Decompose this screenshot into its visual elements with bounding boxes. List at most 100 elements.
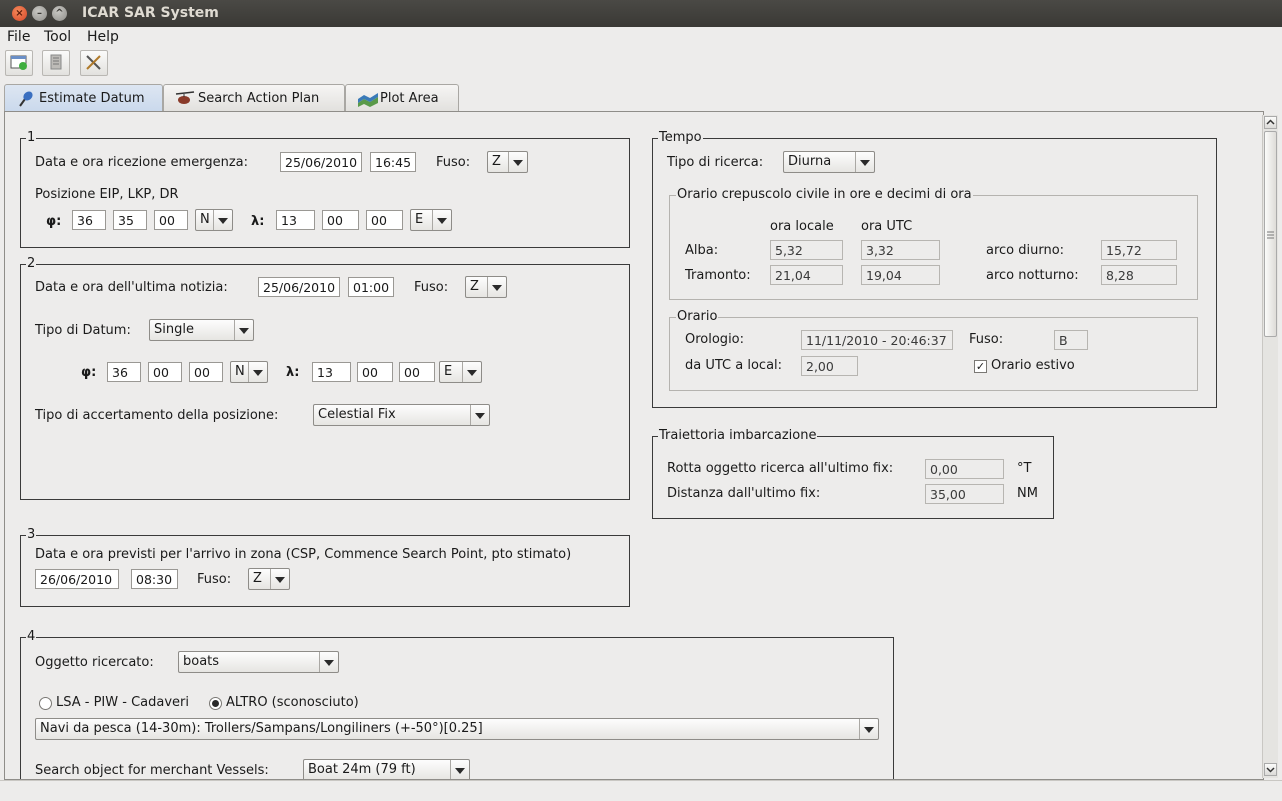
scroll-down-button[interactable] (1264, 763, 1277, 776)
dist-label: Distanza dall'ultimo fix: (667, 486, 821, 501)
list-button[interactable] (42, 50, 70, 76)
recv-date-input[interactable]: 25/06/2010 (280, 152, 362, 172)
orario-fuso-label: Fuso: (969, 332, 1004, 347)
col-utc-label: ora UTC (861, 219, 913, 234)
tools-icon (86, 55, 101, 70)
lon-hem-value: E (415, 212, 424, 227)
lambda-label: λ: (251, 214, 265, 229)
chevron-down-icon (432, 210, 451, 230)
title-bar: × – ^ ICAR SAR System (0, 0, 1282, 27)
object-type-select[interactable]: Navi da pesca (14-30m): Trollers/Sampans… (35, 718, 879, 740)
datum-select[interactable]: Single (149, 319, 254, 341)
tab-plot-area[interactable]: Plot Area (345, 84, 459, 112)
arrival-date-input[interactable]: 26/06/2010 (35, 569, 119, 589)
group-2-last-news: 2 Data e ora dell'ultima notizia: 25/06/… (20, 256, 630, 500)
dist-unit: NM (1017, 486, 1038, 501)
lat-hem-select[interactable]: N (195, 209, 233, 231)
fuso-value: Z (253, 571, 262, 586)
chevron-down-icon (234, 320, 253, 340)
lon-sec-input[interactable]: 00 (366, 210, 403, 230)
acc-select[interactable]: Celestial Fix (313, 404, 490, 426)
scroll-thumb[interactable] (1264, 131, 1277, 337)
notturno-label: arco notturno: (986, 268, 1079, 283)
grip-icon (1267, 231, 1274, 239)
fuso-select[interactable]: Z (465, 276, 507, 298)
fuso-select[interactable]: Z (487, 151, 528, 173)
close-window-button[interactable]: × (12, 6, 27, 21)
chevron-down-icon (487, 277, 506, 297)
chevron-down-icon (470, 405, 489, 425)
vertical-scrollbar[interactable] (1262, 115, 1278, 778)
tramonto-label: Tramonto: (685, 268, 751, 283)
tab-label: Plot Area (380, 91, 439, 106)
lon-sec-input[interactable]: 00 (399, 362, 435, 382)
maximize-window-button[interactable]: ^ (52, 6, 67, 21)
chevron-down-icon (270, 569, 289, 589)
lat-hem-select[interactable]: N (230, 361, 268, 383)
lat-sec-input[interactable]: 00 (189, 362, 223, 382)
utc-local-field: 2,00 (801, 356, 858, 376)
col-local-label: ora locale (770, 219, 834, 234)
lat-hem-value: N (235, 364, 245, 379)
fuso-select[interactable]: Z (248, 568, 290, 590)
group-title: Tempo (658, 130, 703, 145)
group-tempo: Tempo Tipo di ricerca: Diurna Orario cre… (652, 130, 1217, 408)
chevron-down-icon (319, 652, 338, 672)
estivo-checkbox[interactable]: ✓ (974, 360, 987, 373)
rotta-label: Rotta oggetto ricerca all'ultimo fix: (667, 461, 894, 476)
pin-icon (19, 91, 33, 107)
lat-deg-input[interactable]: 36 (107, 362, 141, 382)
lon-deg-input[interactable]: 13 (312, 362, 351, 382)
merchant-select[interactable]: Boat 24m (79 ft) (303, 759, 470, 779)
lat-min-input[interactable]: 00 (148, 362, 182, 382)
scroll-up-button[interactable] (1264, 116, 1277, 129)
obj-select[interactable]: boats (178, 651, 339, 673)
toolbar (0, 48, 1282, 78)
fuso-value: Z (470, 279, 479, 294)
lat-min-input[interactable]: 35 (113, 210, 147, 230)
tab-label: Search Action Plan (198, 91, 320, 106)
group-traiettoria: Traiettoria imbarcazione Rotta oggetto r… (652, 428, 1054, 519)
menu-file[interactable]: File (7, 29, 30, 45)
estivo-label: Orario estivo (991, 358, 1075, 373)
lat-sec-input[interactable]: 00 (154, 210, 188, 230)
last-time-input[interactable]: 01:00 (348, 277, 394, 297)
lon-hem-select[interactable]: E (410, 209, 452, 231)
arrival-label: Data e ora previsti per l'arrivo in zona… (35, 547, 572, 562)
menu-tool[interactable]: Tool (44, 29, 71, 45)
radio-altro[interactable] (209, 697, 222, 710)
radio-lsa-label: LSA - PIW - Cadaveri (56, 695, 189, 710)
lon-hem-value: E (444, 364, 453, 379)
recv-time-input[interactable]: 16:45 (370, 152, 416, 172)
lat-deg-input[interactable]: 36 (72, 210, 106, 230)
diurno-field: 15,72 (1101, 240, 1177, 260)
lat-hem-value: N (200, 212, 210, 227)
group-title: 2 (26, 256, 37, 271)
tools-button[interactable] (80, 50, 108, 76)
tab-estimate-datum[interactable]: Estimate Datum (4, 84, 163, 113)
fuso-label: Fuso: (414, 280, 449, 295)
datum-label: Tipo di Datum: (35, 323, 131, 338)
group-1-emergency: 1 Data e ora ricezione emergenza: 25/06/… (20, 130, 630, 248)
lambda-label: λ: (286, 365, 300, 380)
lon-hem-select[interactable]: E (439, 361, 482, 383)
lon-min-input[interactable]: 00 (322, 210, 359, 230)
new-window-button[interactable] (5, 50, 33, 76)
lon-min-input[interactable]: 00 (357, 362, 393, 382)
tramonto-utc-field: 19,04 (861, 265, 940, 285)
radio-lsa[interactable] (39, 697, 52, 710)
tab-search-action-plan[interactable]: Search Action Plan (163, 84, 345, 112)
tipo-ricerca-value: Diurna (788, 154, 832, 169)
alba-local-field: 5,32 (770, 240, 843, 260)
last-date-input[interactable]: 25/06/2010 (258, 277, 340, 297)
minimize-window-button[interactable]: – (32, 6, 47, 21)
orario-fuso-field: B (1054, 330, 1088, 350)
lon-deg-input[interactable]: 13 (276, 210, 315, 230)
menu-help[interactable]: Help (87, 29, 119, 45)
helicopter-icon (175, 91, 195, 104)
tipo-ricerca-select[interactable]: Diurna (783, 151, 875, 173)
radio-altro-label: ALTRO (sconosciuto) (226, 695, 359, 710)
group-4-search-object: 4 Oggetto ricercato: boats LSA - PIW - C… (20, 629, 894, 779)
fuso-label: Fuso: (197, 572, 232, 587)
arrival-time-input[interactable]: 08:30 (131, 569, 178, 589)
